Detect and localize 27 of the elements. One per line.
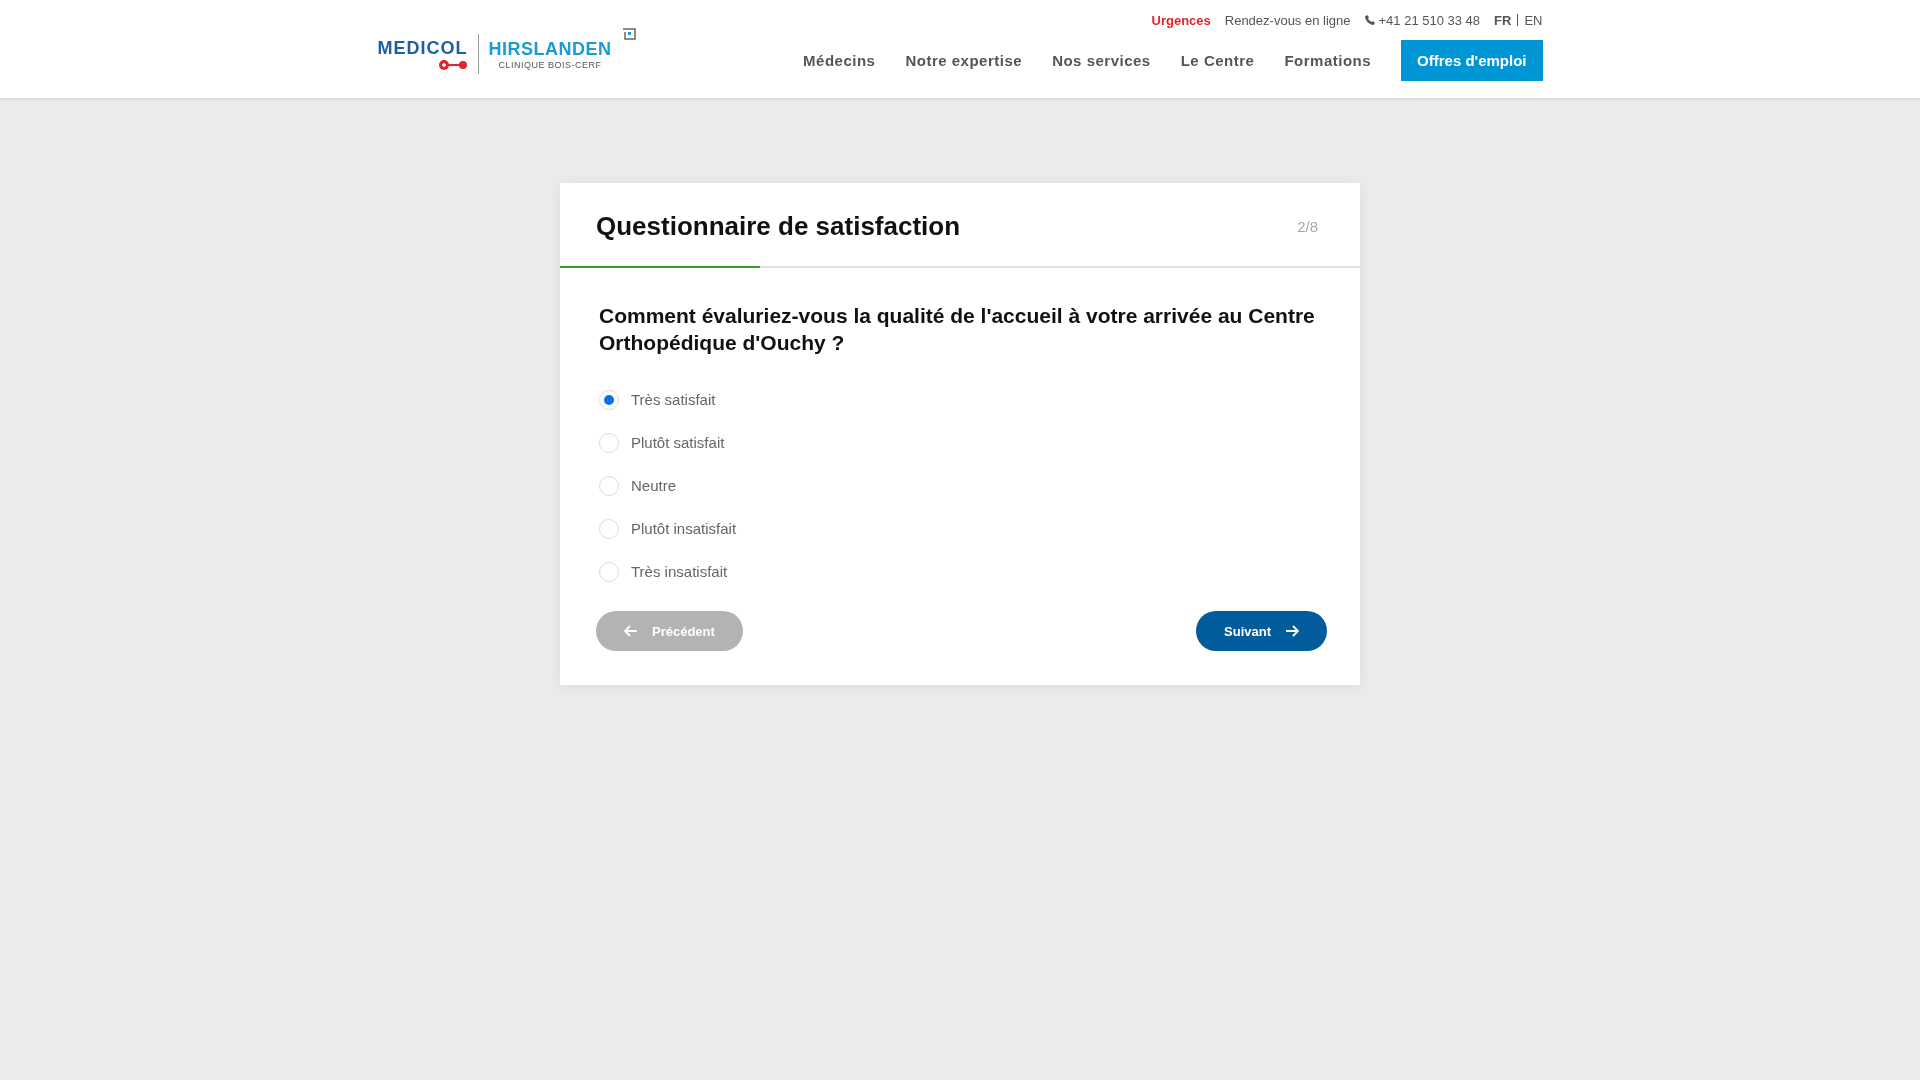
- nav-item[interactable]: Formations: [1284, 52, 1372, 69]
- option-label: Plutôt satisfait: [631, 434, 725, 451]
- nav-item[interactable]: Notre expertise: [905, 52, 1023, 69]
- nav-item[interactable]: Médecins: [803, 52, 876, 69]
- nav-item[interactable]: Le Centre: [1180, 52, 1255, 69]
- arrow-left-icon: [624, 625, 638, 637]
- phone-link[interactable]: +41 21 510 33 48: [1364, 12, 1481, 28]
- question-text: Comment évaluriez-vous la qualité de l'accueil à votre arrivée au Centre Orthopédique d'Ouchy ?: [599, 303, 1316, 356]
- logo-text: HIRSLANDEN: [488, 38, 612, 60]
- option-label: Neutre: [631, 477, 677, 494]
- option-label: Très insatisfait: [631, 563, 728, 580]
- logo-text: MEDICOL: [377, 37, 468, 59]
- option-label: Très satisfait: [631, 391, 716, 408]
- step-counter: 2/8: [1297, 218, 1318, 235]
- next-button[interactable]: Suivant: [1196, 611, 1327, 651]
- language-link[interactable]: EN: [1524, 12, 1543, 28]
- arrow-right-icon: [1285, 625, 1299, 637]
- phone-icon: [1364, 15, 1375, 25]
- top-link[interactable]: Urgences: [1151, 12, 1211, 28]
- logo-mark-icon: [437, 58, 468, 71]
- language-link[interactable]: FR: [1494, 12, 1512, 28]
- logo-subtitle: CLINIQUE BOIS-CERF: [497, 59, 603, 70]
- top-link[interactable]: Rendez-vous en ligne: [1224, 12, 1351, 28]
- nav-item[interactable]: Nos services: [1052, 52, 1151, 69]
- survey-title: Questionnaire de satisfaction: [596, 211, 961, 242]
- option-label: Plutôt insatisfait: [631, 520, 737, 537]
- logo-square-icon: [621, 28, 636, 40]
